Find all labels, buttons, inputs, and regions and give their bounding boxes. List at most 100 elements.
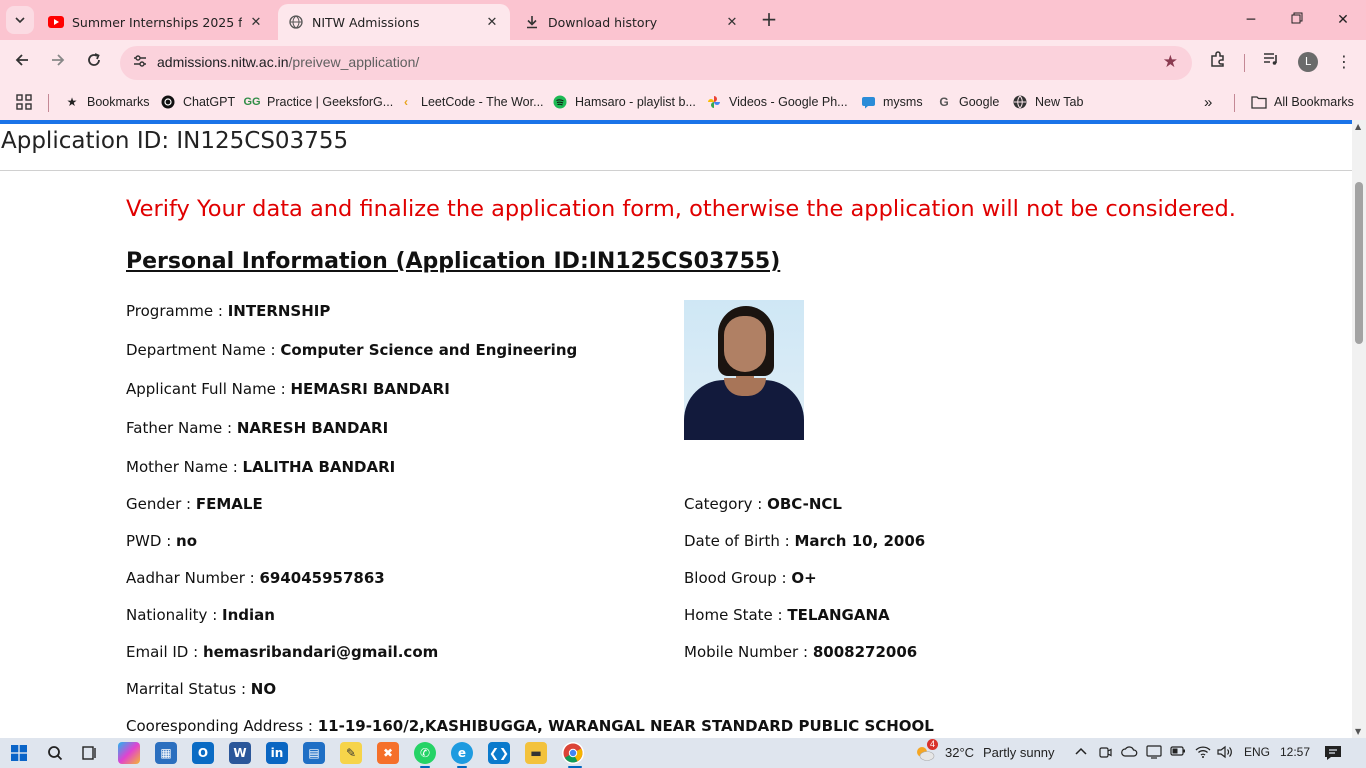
field-label: Mother Name :	[126, 458, 243, 476]
bookmark-bookmarks[interactable]: ★ Bookmarks	[64, 92, 150, 112]
tab-strip: Summer Internships 2025 for C ✕ NITW Adm…	[0, 0, 1366, 40]
language-indicator[interactable]: ENG	[1244, 745, 1270, 759]
field-value: no	[176, 532, 198, 550]
temperature-text[interactable]: 32°C	[945, 745, 974, 760]
bookmark-google-photos[interactable]: Videos - Google Ph...	[706, 92, 848, 112]
menu-kebab-icon[interactable]: ⋮	[1332, 50, 1356, 74]
all-bookmarks-button[interactable]: All Bookmarks	[1251, 92, 1354, 112]
close-window-button[interactable]: ✕	[1328, 8, 1358, 32]
field-email: Email ID : hemasribandari@gmail.com	[126, 643, 438, 661]
field-label: Nationality :	[126, 606, 223, 624]
bookmark-label: Google	[959, 95, 1000, 109]
minimize-button[interactable]: ─	[1236, 8, 1266, 32]
scrollbar-thumb[interactable]	[1355, 182, 1363, 344]
windows-start-icon[interactable]	[8, 742, 30, 764]
close-icon[interactable]: ✕	[248, 15, 264, 30]
forward-button[interactable]	[45, 50, 71, 76]
new-tab-button[interactable]: +	[758, 8, 780, 32]
onedrive-icon[interactable]	[1121, 745, 1138, 761]
bookmark-mysms[interactable]: mysms	[860, 92, 923, 112]
field-label: Mobile Number :	[684, 643, 813, 661]
field-label: Aadhar Number :	[126, 569, 260, 587]
tab-nitw-admissions[interactable]: NITW Admissions ✕	[278, 4, 510, 40]
site-info-icon[interactable]	[130, 53, 150, 73]
close-icon[interactable]: ✕	[484, 15, 500, 30]
clock-time[interactable]: 12:57	[1280, 745, 1310, 759]
tab-search-button[interactable]	[6, 6, 34, 34]
field-category: Category : OBC-NCL	[684, 495, 842, 513]
bookmark-geeksforgeeks[interactable]: GG Practice | GeeksforG...	[243, 92, 394, 112]
battery-icon[interactable]	[1170, 745, 1186, 760]
linkedin-icon[interactable]: in	[266, 742, 288, 764]
scroll-up-arrow-icon[interactable]: ▲	[1355, 122, 1361, 131]
bookmark-star-icon[interactable]: ★	[1163, 52, 1178, 72]
notifications-icon[interactable]	[1324, 745, 1342, 764]
field-programme: Programme : INTERNSHIP	[126, 302, 330, 320]
word-icon[interactable]: W	[229, 742, 251, 764]
xampp-icon[interactable]: ✖	[377, 742, 399, 764]
field-label: Gender :	[126, 495, 196, 513]
system-monitor-icon[interactable]	[1146, 745, 1162, 762]
task-view-icon[interactable]	[79, 742, 101, 764]
vscode-icon[interactable]: ❮❯	[488, 742, 510, 764]
bookmark-label: mysms	[883, 95, 923, 109]
media-controls-icon[interactable]	[1259, 50, 1283, 74]
address-bar[interactable]: admissions.nitw.ac.in/preivew_applicatio…	[120, 46, 1192, 80]
bookmark-label: Videos - Google Ph...	[729, 95, 848, 109]
field-label: PWD :	[126, 532, 177, 550]
windows-taskbar: ▦ O W in ▤ ✎ ✖ ✆ e ❮❯ ▬ 4 32°C Partly su…	[0, 738, 1366, 768]
bookmark-label: Practice | GeeksforG...	[267, 95, 394, 109]
restore-icon	[1291, 12, 1303, 24]
field-label: Blood Group :	[684, 569, 792, 587]
microsoft-store-icon[interactable]: ▦	[155, 742, 177, 764]
tab-label: Summer Internships 2025 for C	[72, 14, 242, 30]
copilot-icon[interactable]	[118, 742, 140, 764]
app-header: Application ID: IN125CS03755	[0, 124, 1352, 171]
tab-label: Download history	[548, 14, 658, 30]
bookmark-google[interactable]: G Google	[936, 92, 999, 112]
weather-condition-text[interactable]: Partly sunny	[983, 745, 1055, 760]
volume-icon[interactable]	[1217, 745, 1233, 762]
page-scrollbar[interactable]: ▲ ▼	[1352, 120, 1366, 738]
profile-avatar[interactable]: L	[1298, 52, 1318, 72]
field-value: March 10, 2006	[794, 532, 926, 550]
bookmark-spotify[interactable]: Hamsaro - playlist b...	[552, 92, 696, 112]
restore-button[interactable]	[1282, 8, 1312, 32]
field-label: Email ID :	[126, 643, 203, 661]
outlook-icon[interactable]: O	[192, 742, 214, 764]
chatgpt-icon	[160, 94, 176, 110]
field-label: Category :	[684, 495, 768, 513]
section-title: Personal Information (Application ID:IN1…	[126, 249, 781, 274]
field-pwd: PWD : no	[126, 532, 197, 550]
extensions-icon[interactable]	[1206, 50, 1230, 74]
bookmark-leetcode[interactable]: ‹ LeetCode - The Wor...	[398, 92, 544, 112]
scroll-down-arrow-icon[interactable]: ▼	[1355, 727, 1361, 736]
field-label: Home State :	[684, 606, 788, 624]
search-icon[interactable]	[44, 742, 66, 764]
field-label: Father Name :	[126, 419, 237, 437]
apps-grid-icon[interactable]	[16, 92, 32, 112]
wifi-icon[interactable]	[1195, 745, 1211, 762]
sticky-notes-icon[interactable]: ✎	[340, 742, 362, 764]
url-text[interactable]: admissions.nitw.ac.in/preivew_applicatio…	[157, 54, 419, 70]
bookmarks-overflow-button[interactable]: »	[1204, 92, 1212, 112]
meet-now-icon[interactable]	[1098, 745, 1112, 762]
chevron-up-icon[interactable]	[1074, 745, 1088, 760]
file-explorer-icon[interactable]: ▬	[525, 742, 547, 764]
google-icon: G	[939, 95, 949, 109]
edge-app-icon[interactable]: ▤	[303, 742, 325, 764]
reload-button[interactable]	[81, 50, 107, 76]
field-date-of-birth: Date of Birth : March 10, 2006	[684, 532, 925, 550]
field-label: Applicant Full Name :	[126, 380, 291, 398]
close-icon[interactable]: ✕	[724, 15, 740, 30]
chrome-icon[interactable]	[562, 742, 584, 764]
bookmark-chatgpt[interactable]: ChatGPT	[160, 92, 235, 112]
tab-youtube[interactable]: Summer Internships 2025 for C ✕	[38, 4, 274, 40]
tab-download-history[interactable]: Download history ✕	[514, 4, 750, 40]
bookmarks-bar: ★ Bookmarks ChatGPT GG Practice | Geeksf…	[0, 84, 1366, 120]
whatsapp-icon[interactable]: ✆	[414, 742, 436, 764]
back-button[interactable]	[9, 50, 35, 76]
bookmark-new-tab[interactable]: New Tab	[1012, 92, 1083, 112]
edge-icon[interactable]: e	[451, 742, 473, 764]
field-aadhar: Aadhar Number : 694045957863	[126, 569, 385, 587]
